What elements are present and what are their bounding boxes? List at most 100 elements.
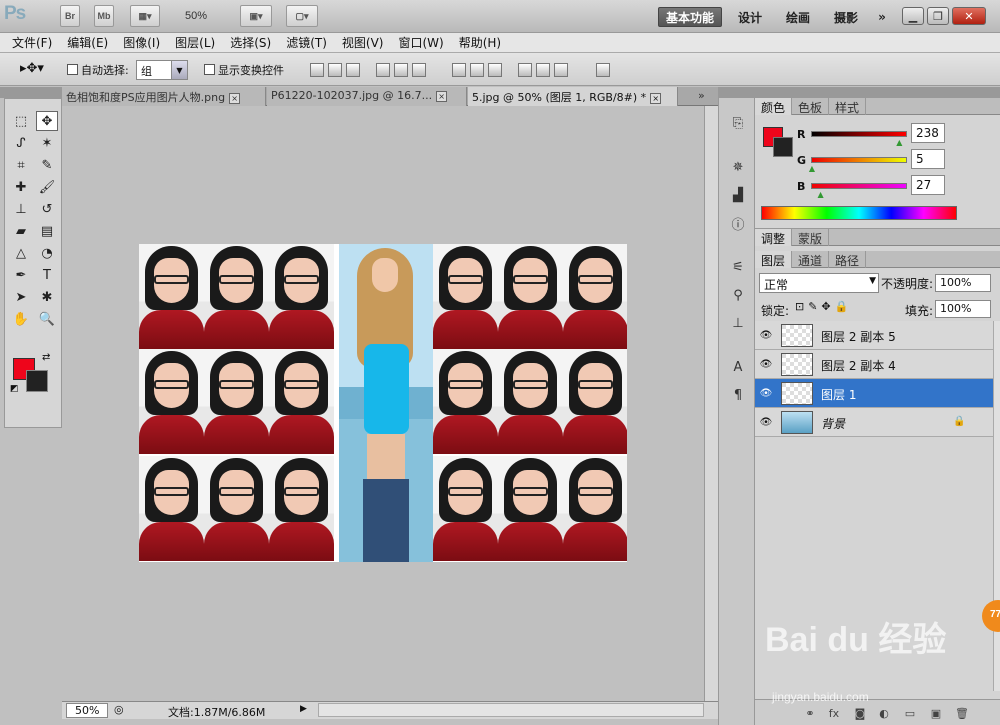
- b-slider-handle[interactable]: ▲: [818, 190, 824, 199]
- dodge-tool-icon[interactable]: ◔: [36, 243, 58, 263]
- tab-styles[interactable]: 样式: [829, 98, 867, 115]
- tab-masks[interactable]: 蒙版: [792, 229, 830, 246]
- tab-paths[interactable]: 路径: [829, 251, 867, 268]
- workspace-essentials[interactable]: 基本功能: [658, 7, 722, 27]
- horizontal-scrollbar[interactable]: [318, 703, 704, 717]
- arrange-documents-button[interactable]: ▣▾: [240, 5, 272, 27]
- menu-view[interactable]: 视图(V): [342, 34, 384, 51]
- blur-tool-icon[interactable]: △: [10, 243, 32, 263]
- lasso-tool-icon[interactable]: ᔑ: [10, 133, 32, 153]
- r-channel-slider[interactable]: [811, 131, 907, 137]
- eraser-tool-icon[interactable]: ▰: [10, 221, 32, 241]
- g-channel-slider[interactable]: [811, 157, 907, 163]
- align-top-icon[interactable]: [310, 63, 324, 77]
- menu-window[interactable]: 窗口(W): [398, 34, 443, 51]
- opacity-field[interactable]: 100%: [935, 274, 991, 292]
- clone-source-panel-icon[interactable]: ⊥: [728, 313, 748, 333]
- layer-row[interactable]: 👁 图层 2 副本 5: [755, 321, 993, 350]
- new-layer-icon[interactable]: ▣: [929, 706, 943, 720]
- show-transform-checkbox[interactable]: [204, 64, 215, 75]
- minimize-icon[interactable]: ▁: [902, 7, 924, 25]
- panel-strip-header[interactable]: [719, 87, 755, 98]
- menu-image[interactable]: 图像(I): [123, 34, 160, 51]
- layer-row[interactable]: 👁 背景 🔒: [755, 408, 993, 437]
- screen-mode-button[interactable]: ▢▾: [286, 5, 318, 27]
- default-colors-icon[interactable]: ◩: [10, 384, 19, 394]
- tab-document-3[interactable]: 5.jpg @ 50% (图层 1, RGB/8#) * ×: [468, 87, 678, 106]
- tab-document-2[interactable]: P61220-102037.jpg @ 16.7... ×: [267, 87, 467, 106]
- add-mask-icon[interactable]: ◙: [853, 706, 867, 720]
- layers-scrollbar[interactable]: [993, 321, 1000, 691]
- view-extras-button[interactable]: ▦▾: [130, 5, 160, 27]
- brush-tool-icon[interactable]: 🖌: [36, 177, 58, 197]
- align-vcenter-icon[interactable]: [328, 63, 342, 77]
- color-spectrum-bar[interactable]: [761, 206, 957, 220]
- b-channel-slider[interactable]: [811, 183, 907, 189]
- paragraph-panel-icon[interactable]: ¶: [728, 385, 748, 405]
- brush-panel-icon[interactable]: ⚲: [728, 285, 748, 305]
- crop-tool-icon[interactable]: ⌗: [10, 155, 32, 175]
- distribute-vcenter-icon[interactable]: [470, 63, 484, 77]
- minibridge-button[interactable]: Mb: [94, 5, 114, 27]
- close-icon[interactable]: ✕: [952, 7, 986, 25]
- swap-colors-icon[interactable]: ⇄: [42, 352, 50, 363]
- gradient-tool-icon[interactable]: ▤: [36, 221, 58, 241]
- g-slider-handle[interactable]: ▲: [809, 164, 815, 173]
- menu-edit[interactable]: 编辑(E): [67, 34, 108, 51]
- tab-close-icon[interactable]: ×: [436, 91, 448, 102]
- magic-wand-tool-icon[interactable]: ✶: [36, 133, 58, 153]
- align-bottom-icon[interactable]: [346, 63, 360, 77]
- toolbox-header[interactable]: [0, 87, 62, 98]
- move-tool-icon[interactable]: ✥: [36, 111, 58, 131]
- move-tool-preset-icon[interactable]: ▸✥▾: [20, 61, 44, 76]
- distribute-left-icon[interactable]: [518, 63, 532, 77]
- tab-channels[interactable]: 通道: [792, 251, 830, 268]
- shape-tool-icon[interactable]: ✱: [36, 287, 58, 307]
- eye-icon[interactable]: 👁: [759, 328, 773, 342]
- status-zoom-field[interactable]: 50%: [66, 703, 108, 718]
- restore-icon[interactable]: ❐: [927, 7, 949, 25]
- align-hcenter-icon[interactable]: [394, 63, 408, 77]
- character-panel-icon[interactable]: A: [728, 357, 748, 377]
- fill-field[interactable]: 100%: [935, 300, 991, 318]
- layer-row[interactable]: 👁 图层 2 副本 4: [755, 350, 993, 379]
- eye-icon[interactable]: 👁: [759, 415, 773, 429]
- distribute-bottom-icon[interactable]: [488, 63, 502, 77]
- vertical-scrollbar[interactable]: [704, 106, 718, 701]
- pen-tool-icon[interactable]: ✒: [10, 265, 32, 285]
- adjustment-layer-icon[interactable]: ◐: [877, 706, 891, 720]
- distribute-right-icon[interactable]: [554, 63, 568, 77]
- tab-layers[interactable]: 图层: [755, 251, 793, 268]
- marquee-tool-icon[interactable]: ⬚: [10, 111, 32, 131]
- hand-tool-icon[interactable]: ✋: [10, 309, 32, 329]
- distribute-hcenter-icon[interactable]: [536, 63, 550, 77]
- eye-icon[interactable]: 👁: [759, 386, 773, 400]
- healing-brush-tool-icon[interactable]: ✚: [10, 177, 32, 197]
- auto-select-checkbox[interactable]: [67, 64, 78, 75]
- color-panel-background-swatch[interactable]: [773, 137, 793, 157]
- align-right-icon[interactable]: [412, 63, 426, 77]
- auto-select-target-select[interactable]: 组 ▼: [136, 60, 188, 80]
- layer-style-icon[interactable]: fx: [827, 706, 841, 720]
- eye-icon[interactable]: 👁: [759, 357, 773, 371]
- distribute-top-icon[interactable]: [452, 63, 466, 77]
- background-color-swatch[interactable]: [26, 370, 48, 392]
- type-tool-icon[interactable]: T: [36, 265, 58, 285]
- histogram-panel-icon[interactable]: ▟: [728, 185, 748, 205]
- b-value-field[interactable]: 27: [911, 175, 945, 195]
- align-left-icon[interactable]: [376, 63, 390, 77]
- tab-overflow-icon[interactable]: »: [698, 89, 705, 102]
- layer-row-selected[interactable]: 👁 图层 1: [755, 379, 993, 408]
- navigator-panel-icon[interactable]: ✵: [728, 157, 748, 177]
- bridge-button[interactable]: Br: [60, 5, 80, 27]
- status-options-icon[interactable]: ◎: [114, 703, 124, 716]
- new-group-icon[interactable]: ▭: [903, 706, 917, 720]
- tab-swatches[interactable]: 色板: [792, 98, 830, 115]
- zoom-level-dropdown[interactable]: 50%: [185, 10, 207, 22]
- menu-select[interactable]: 选择(S): [230, 34, 271, 51]
- brush-presets-panel-icon[interactable]: ⚟: [728, 257, 748, 277]
- model-photo-layer[interactable]: [339, 244, 433, 562]
- r-slider-handle[interactable]: ▲: [896, 138, 902, 147]
- eyedropper-tool-icon[interactable]: ✎: [36, 155, 58, 175]
- workspace-design[interactable]: 设计: [730, 7, 770, 27]
